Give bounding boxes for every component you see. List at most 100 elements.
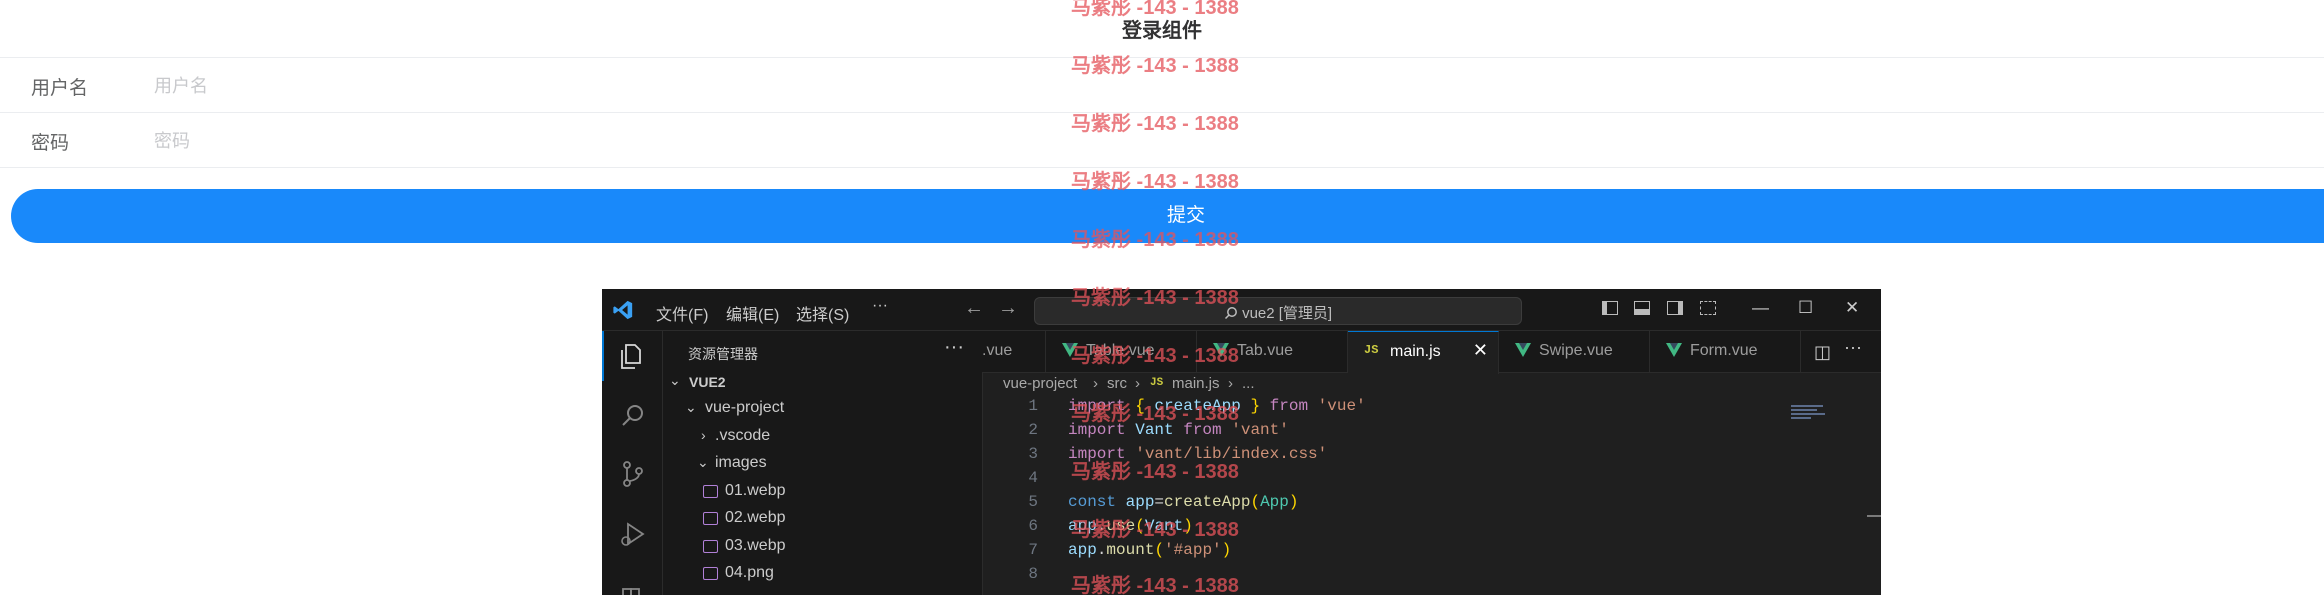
line-number: 7 xyxy=(1028,541,1038,559)
password-input[interactable] xyxy=(152,125,1656,157)
watermark: 马紫彤 -143 - 1388 xyxy=(1071,55,1239,77)
close-window-button[interactable]: ✕ xyxy=(1845,298,1859,318)
watermark: 马紫彤 -143 - 1388 xyxy=(1071,287,1239,309)
tab-form-vue[interactable]: Form.vue xyxy=(1650,331,1801,372)
minimize-button[interactable]: — xyxy=(1752,298,1769,318)
image-file-icon xyxy=(703,485,718,498)
forward-arrow-icon[interactable]: → xyxy=(998,297,1018,320)
vue-file-icon xyxy=(1515,343,1531,357)
chevron-down-icon: ⌄ xyxy=(669,372,681,388)
minimap[interactable] xyxy=(1791,405,1829,427)
image-file-icon xyxy=(703,512,718,525)
tree-item-folder[interactable]: ⌄ images xyxy=(663,451,982,478)
menu-more-button[interactable]: ··· xyxy=(872,297,888,315)
activity-bar xyxy=(602,331,663,595)
tree-item-label: VUE2 xyxy=(689,374,726,390)
line-number: 5 xyxy=(1028,493,1038,511)
toggle-sidebar-icon[interactable] xyxy=(1602,301,1618,315)
line-number: 6 xyxy=(1028,517,1038,535)
watermark: 马紫彤 -143 - 1388 xyxy=(1071,575,1239,597)
editor-more-button[interactable]: ··· xyxy=(1844,337,1862,358)
tab-label: .vue xyxy=(982,342,1013,359)
tree-item-label: vue-project xyxy=(705,399,785,416)
toggle-secondary-sidebar-icon[interactable] xyxy=(1667,301,1683,315)
watermark: 马紫彤 -143 - 1388 xyxy=(1071,519,1239,541)
code-text: app.mount('#app') xyxy=(1068,541,1232,559)
tree-item-file[interactable]: 02.webp xyxy=(663,506,982,533)
tree-item-label: .vscode xyxy=(715,427,771,444)
tree-item-label: images xyxy=(715,454,767,471)
line-number: 1 xyxy=(1028,397,1038,415)
line-number: 3 xyxy=(1028,445,1038,463)
chevron-right-icon: › xyxy=(701,427,706,443)
tab-label: Form.vue xyxy=(1690,342,1758,359)
breadcrumb-item[interactable]: src xyxy=(1107,375,1127,392)
chevron-down-icon: ⌄ xyxy=(685,399,697,415)
run-debug-icon[interactable] xyxy=(618,519,648,549)
tab-label: Tab.vue xyxy=(1237,342,1294,359)
explorer-sidebar: 资源管理器 ··· ⌄ VUE2 ⌄ vue-project › .vscode… xyxy=(663,331,983,595)
tree-item-label: 02.webp xyxy=(725,509,786,526)
breadcrumb: vue-project › src › JS main.js › ... xyxy=(982,373,1881,395)
tree-item-label: 04.png xyxy=(725,564,774,581)
title-bar: 文件(F) 编辑(E) 选择(S) ··· ← → vue2 [管理员] — ☐… xyxy=(602,289,1881,331)
js-file-icon: JS xyxy=(1364,343,1379,357)
watermark: 马紫彤 -143 - 1388 xyxy=(1071,171,1239,193)
watermark: 马紫彤 -143 - 1388 xyxy=(1071,403,1239,425)
tree-item-workspace[interactable]: ⌄ VUE2 xyxy=(663,369,982,396)
command-center-text: vue2 [管理员] xyxy=(1242,305,1333,322)
password-label: 密码 xyxy=(31,133,70,154)
explorer-more-button[interactable]: ··· xyxy=(944,336,964,359)
explorer-icon[interactable] xyxy=(618,341,648,371)
search-icon[interactable] xyxy=(618,401,648,431)
username-label: 用户名 xyxy=(31,78,89,99)
explorer-title: 资源管理器 xyxy=(688,346,758,362)
js-file-icon: JS xyxy=(1150,377,1164,389)
chevron-right-icon: › xyxy=(1093,375,1098,392)
split-editor-icon[interactable]: ◫ xyxy=(1814,342,1831,363)
tree-item-file[interactable]: 04.png xyxy=(663,561,982,588)
scrollbar-marker[interactable] xyxy=(1867,515,1881,517)
tree-item-label: 03.webp xyxy=(725,537,786,554)
username-input[interactable] xyxy=(152,70,1656,102)
breadcrumb-item[interactable]: ... xyxy=(1242,375,1255,392)
chevron-right-icon: › xyxy=(1135,375,1140,392)
watermark: 马紫彤 -143 - 1388 xyxy=(1071,461,1239,483)
tab-swipe-vue[interactable]: Swipe.vue xyxy=(1499,331,1650,372)
customize-layout-icon[interactable] xyxy=(1700,301,1716,315)
maximize-button[interactable]: ☐ xyxy=(1798,298,1813,318)
vscode-window: 文件(F) 编辑(E) 选择(S) ··· ← → vue2 [管理员] — ☐… xyxy=(602,289,1881,595)
tree-item-label: 01.webp xyxy=(725,482,786,499)
menu-selection[interactable]: 选择(S) xyxy=(796,301,849,325)
image-file-icon xyxy=(703,540,718,553)
menu-edit[interactable]: 编辑(E) xyxy=(726,301,779,325)
tree-item-file[interactable]: 01.webp xyxy=(663,479,982,506)
tab-main-js[interactable]: JS main.js ✕ xyxy=(1348,331,1499,374)
vscode-logo-icon xyxy=(613,300,633,320)
close-icon[interactable]: ✕ xyxy=(1473,340,1488,361)
code-line: 7 app.mount('#app') xyxy=(982,539,1842,563)
image-file-icon xyxy=(703,567,718,580)
watermark: 马紫彤 -143 - 1388 xyxy=(1071,345,1239,367)
line-number: 2 xyxy=(1028,421,1038,439)
toggle-panel-icon[interactable] xyxy=(1634,301,1650,315)
vue-file-icon xyxy=(1666,343,1682,357)
breadcrumb-item[interactable]: vue-project xyxy=(1003,375,1077,392)
source-control-icon[interactable] xyxy=(618,459,648,489)
breadcrumb-item[interactable]: main.js xyxy=(1172,375,1220,392)
code-text: const app=createApp(App) xyxy=(1068,493,1299,511)
watermark: 马紫彤 -143 - 1388 xyxy=(1071,0,1239,19)
tab-vue[interactable]: .vue xyxy=(982,331,1046,372)
tree-item-folder[interactable]: › .vscode xyxy=(663,424,982,451)
code-line: 5 const app=createApp(App) xyxy=(982,491,1842,515)
back-arrow-icon[interactable]: ← xyxy=(964,297,984,320)
watermark: 马紫彤 -143 - 1388 xyxy=(1071,229,1239,251)
active-indicator xyxy=(602,331,604,381)
tree-item-folder[interactable]: ⌄ vue-project xyxy=(663,396,982,423)
menu-file[interactable]: 文件(F) xyxy=(656,301,708,325)
line-number: 8 xyxy=(1028,565,1038,583)
chevron-right-icon: › xyxy=(1228,375,1233,392)
tree-item-file[interactable]: 03.webp xyxy=(663,534,982,561)
chevron-down-icon: ⌄ xyxy=(697,454,709,470)
extensions-icon[interactable] xyxy=(618,577,648,595)
